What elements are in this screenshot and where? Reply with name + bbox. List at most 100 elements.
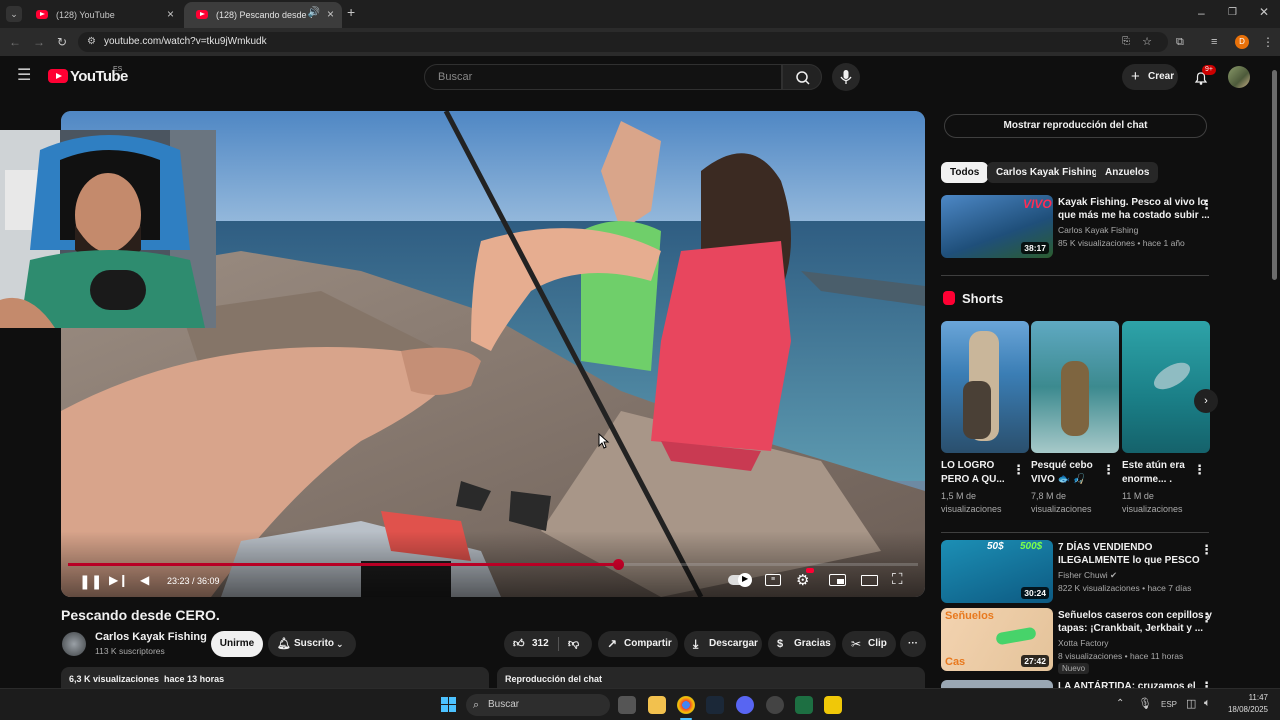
fullscreen-icon[interactable]: ⛶	[892, 571, 903, 588]
rec-channel[interactable]: Carlos Kayak Fishing	[1058, 224, 1138, 236]
extensions-icon[interactable]: ⧉	[1176, 35, 1184, 49]
more-options-icon[interactable]: ⋮	[1200, 680, 1213, 688]
search-button[interactable]	[782, 64, 822, 90]
address-bar[interactable]: ⚙ youtube.com/watch?v=tku9jWmkudk ⎘ ☆	[78, 32, 1168, 52]
hamburger-menu-icon[interactable]: ☰	[17, 68, 31, 84]
share-button[interactable]: ↗ Compartir	[598, 631, 678, 657]
thumbs-up-icon[interactable]: 👍︎	[513, 631, 525, 657]
settings-gear-icon[interactable]: ⚙	[796, 571, 809, 589]
site-info-icon[interactable]: ⚙	[87, 35, 96, 49]
download-button[interactable]: ⤓ Descargar	[684, 631, 762, 657]
chip-channel[interactable]: Carlos Kayak Fishing	[987, 162, 1107, 183]
excel-icon[interactable]	[795, 696, 813, 714]
tab-search-icon[interactable]: ⌄	[6, 6, 22, 22]
recommendation-thumbnail[interactable]	[941, 680, 1053, 688]
show-hidden-icons[interactable]: ⌃	[1116, 698, 1124, 709]
rec-channel[interactable]: Fisher Chuwi ✔	[1058, 569, 1117, 581]
microphone-icon[interactable]: 🎙︎	[1138, 697, 1152, 710]
next-icon[interactable]: ▶❙	[109, 573, 128, 587]
obs-icon[interactable]	[766, 696, 784, 714]
more-options-icon[interactable]: ⋮	[1102, 463, 1115, 476]
rec-title-line2[interactable]: que más me ha costado subir ...	[1058, 209, 1210, 222]
more-options-icon[interactable]: ⋮	[1193, 463, 1206, 476]
windows-start-icon[interactable]	[441, 697, 457, 713]
voice-search-button[interactable]	[832, 63, 860, 91]
channel-avatar[interactable]	[62, 632, 86, 656]
task-view-icon[interactable]	[618, 696, 636, 714]
account-avatar[interactable]	[1228, 66, 1250, 88]
description-box[interactable]: 6,3 K visualizaciones hace 13 horas	[61, 667, 489, 688]
close-tab-icon[interactable]: ×	[167, 7, 174, 21]
join-button[interactable]: Unirme	[211, 631, 263, 657]
rec-channel[interactable]: Xotta Factory	[1058, 637, 1109, 649]
media-control-icon[interactable]: ≡	[1211, 35, 1217, 49]
tab-youtube-home[interactable]: (128) YouTube ×	[24, 2, 182, 28]
more-options-icon[interactable]: ⋮	[1200, 543, 1213, 556]
reload-icon[interactable]: ↻	[57, 35, 67, 49]
subscribed-button[interactable]: 🔔︎ Suscrito ⌄	[268, 631, 356, 657]
input-language[interactable]: ESP	[1161, 700, 1177, 709]
volume-icon[interactable]: ◀	[140, 573, 149, 587]
audio-playing-icon[interactable]: 🔊	[308, 7, 320, 18]
rec-title-line2[interactable]: ILEGALMENTE lo que PESCO	[1058, 554, 1200, 567]
thanks-button[interactable]: $ Gracias	[768, 631, 836, 657]
short-thumbnail[interactable]	[1122, 321, 1210, 453]
rec-title-line1[interactable]: LA ANTÁRTIDA: cruzamos el	[1058, 680, 1196, 688]
theater-mode-icon[interactable]	[861, 575, 878, 586]
bookmark-star-icon[interactable]: ☆	[1142, 35, 1152, 49]
more-options-icon[interactable]: ⋮	[1200, 611, 1213, 624]
notifications-button[interactable]: 9+	[1193, 65, 1216, 86]
profile-avatar[interactable]: D	[1235, 35, 1249, 49]
more-options-icon[interactable]: ⋮	[1200, 198, 1213, 211]
rec-title-line1[interactable]: Señuelos caseros con cepillos y	[1058, 609, 1212, 622]
show-chat-replay-button[interactable]: Mostrar reproducción del chat	[944, 114, 1207, 138]
close-tab-icon[interactable]: ×	[327, 7, 334, 21]
rec-title-line1[interactable]: 7 DÍAS VENDIENDO	[1058, 541, 1152, 554]
volume-icon[interactable]: 🔈︎	[1204, 697, 1211, 710]
recommendation-thumbnail[interactable]: Señuelos Cas 27:42	[941, 608, 1053, 671]
rec-title-line2[interactable]: tapas: ¡Crankbait, Jerkbait y ...	[1058, 622, 1203, 635]
youtube-logo-icon[interactable]	[48, 69, 68, 83]
file-explorer-icon[interactable]	[648, 696, 666, 714]
miniplayer-icon[interactable]	[829, 574, 846, 586]
short-thumbnail[interactable]	[1031, 321, 1119, 453]
restore-icon[interactable]: ❐	[1228, 6, 1237, 20]
search-input[interactable]: Buscar	[424, 64, 782, 90]
more-actions-button[interactable]: ···	[900, 631, 926, 657]
short-title-line2[interactable]: VIVO 🐟 🎣	[1031, 473, 1085, 486]
subtitles-icon[interactable]: ≡	[765, 574, 781, 586]
chip-all[interactable]: Todos	[941, 162, 989, 183]
chrome-icon[interactable]	[677, 696, 695, 714]
clip-button[interactable]: ✂ Clip	[842, 631, 896, 657]
network-icon[interactable]: ◫	[1186, 697, 1196, 710]
page-scrollbar[interactable]	[1272, 70, 1277, 280]
like-count[interactable]: 312	[532, 631, 549, 657]
rec-title-line1[interactable]: Kayak Fishing. Pesco al vivo lo	[1058, 196, 1206, 209]
pause-icon[interactable]: ❚❚	[79, 573, 102, 590]
app-icon[interactable]	[824, 696, 842, 714]
shorts-next-icon[interactable]: ›	[1194, 389, 1218, 413]
clock-time[interactable]: 11:47	[1224, 693, 1268, 702]
short-title-line1[interactable]: Pesqué cebo	[1031, 459, 1093, 472]
clock-date[interactable]: 18/08/2025	[1216, 705, 1268, 714]
chip-hooks[interactable]: Anzuelos	[1096, 162, 1159, 183]
short-title-line2[interactable]: PERO A QU...	[941, 473, 1005, 486]
short-title-line1[interactable]: LO LOGRO	[941, 459, 994, 472]
more-options-icon[interactable]: ⋮	[1012, 463, 1025, 476]
recommendation-thumbnail[interactable]: 50$ 500$ 30:24	[941, 540, 1053, 603]
new-tab-icon[interactable]: +	[347, 5, 355, 19]
back-icon[interactable]: ←	[9, 35, 21, 49]
short-title-line1[interactable]: Este atún era	[1122, 459, 1185, 472]
taskbar-search[interactable]: ⌕ Buscar	[466, 694, 610, 716]
cast-icon[interactable]: ⎘	[1122, 35, 1130, 49]
minimize-icon[interactable]: –	[1198, 6, 1205, 20]
create-button[interactable]: + Crear	[1122, 64, 1178, 90]
thumbs-down-icon[interactable]: 👎︎	[568, 631, 579, 657]
autoplay-toggle[interactable]: ▶	[728, 573, 752, 587]
recommendation-thumbnail[interactable]: VIVO 38:17	[941, 195, 1053, 258]
browser-menu-icon[interactable]: ⋮	[1262, 35, 1274, 49]
steam-icon[interactable]	[706, 696, 724, 714]
channel-name[interactable]: Carlos Kayak Fishing	[95, 631, 207, 643]
short-thumbnail[interactable]	[941, 321, 1029, 453]
tab-current-video[interactable]: (128) Pescando desde CERO 🔊 ×	[184, 2, 342, 28]
